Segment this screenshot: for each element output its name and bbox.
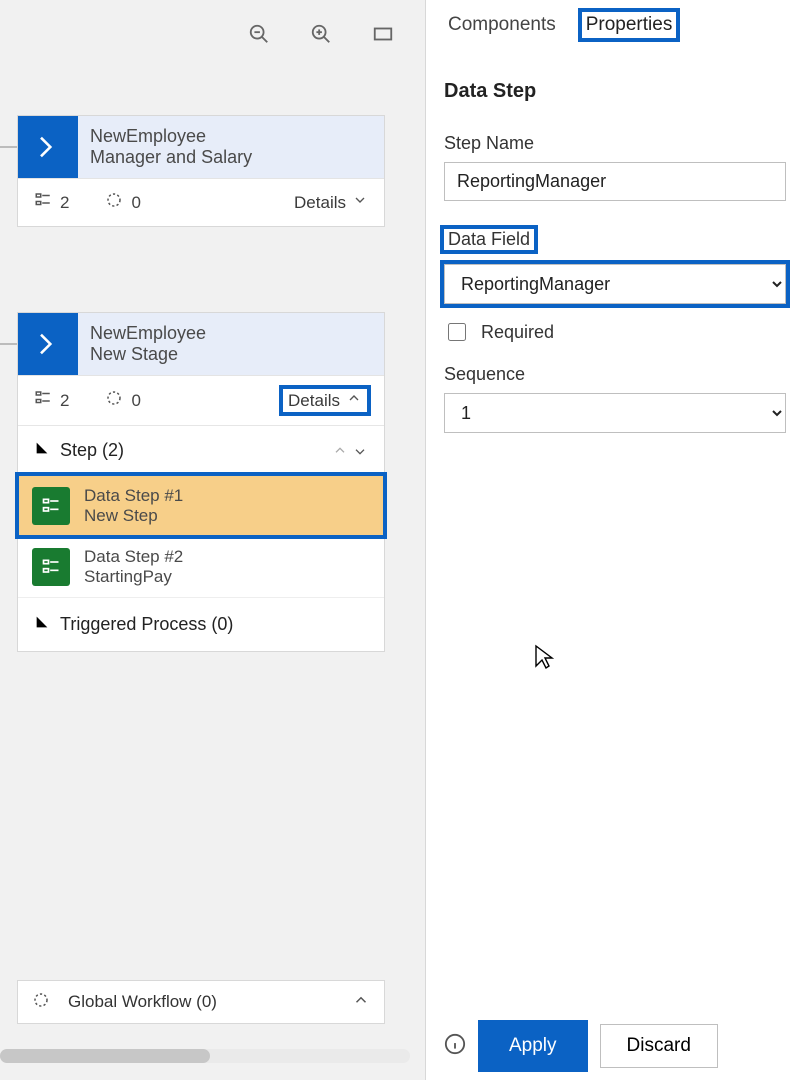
global-workflow-label: Global Workflow (0): [68, 992, 217, 1012]
stage-header: NewEmployee New Stage: [18, 313, 384, 375]
global-workflow-bar[interactable]: Global Workflow (0): [17, 980, 385, 1024]
chevron-down-icon: [352, 192, 368, 213]
step-subtitle: New Step: [84, 506, 183, 526]
triangle-collapse-icon: [34, 440, 50, 461]
data-step-icon: [32, 548, 70, 586]
step-subtitle: StartingPay: [84, 567, 183, 587]
properties-panel: Components Properties Data Step Step Nam…: [425, 0, 804, 1080]
data-field-select[interactable]: ReportingManager: [444, 264, 786, 304]
fit-screen-button[interactable]: [371, 22, 395, 46]
discard-button[interactable]: Discard: [600, 1024, 718, 1068]
zoom-in-button[interactable]: [309, 22, 333, 46]
stage-name: Manager and Salary: [90, 147, 252, 168]
connector-line: [0, 146, 17, 148]
stage-card[interactable]: NewEmployee New Stage 2 0 Details: [17, 312, 385, 652]
trigger-icon: [105, 389, 123, 412]
triggered-process-row[interactable]: Triggered Process (0): [18, 597, 384, 651]
zoom-toolbar: [247, 22, 395, 46]
trigger-icon: [105, 191, 123, 214]
tab-properties[interactable]: Properties: [582, 12, 677, 38]
panel-body: Data Step Step Name Data Field Reporting…: [426, 44, 804, 451]
trigger-count: 0: [131, 193, 140, 213]
stage-title: NewEmployee Manager and Salary: [78, 116, 264, 178]
stage-header: NewEmployee Manager and Salary: [18, 116, 384, 178]
chevron-up-icon: [352, 991, 370, 1014]
panel-footer: Apply Discard: [426, 1024, 804, 1068]
tab-components[interactable]: Components: [444, 12, 560, 38]
panel-title: Data Step: [444, 80, 786, 103]
step-labels: Data Step #1 New Step: [84, 486, 183, 526]
sequence-select[interactable]: 1: [444, 393, 786, 433]
details-label: Details: [288, 391, 340, 411]
steps-section: Step (2) Data Step #1 New Step: [18, 425, 384, 651]
step-title: Data Step #1: [84, 486, 183, 506]
steps-icon: [34, 389, 52, 412]
panel-tabs: Components Properties: [426, 0, 804, 44]
steps-icon: [34, 191, 52, 214]
trigger-count: 0: [131, 391, 140, 411]
triangle-collapse-icon: [34, 614, 50, 635]
connector-line: [0, 343, 17, 345]
step-title: Data Step #2: [84, 547, 183, 567]
stage-entity: NewEmployee: [90, 126, 252, 147]
scrollbar-thumb[interactable]: [0, 1049, 210, 1063]
chevron-up-icon: [346, 390, 362, 411]
spinner-icon: [32, 991, 50, 1014]
step-item[interactable]: Data Step #2 StartingPay: [18, 536, 384, 597]
step-item-selected[interactable]: Data Step #1 New Step: [18, 475, 384, 536]
process-canvas: NewEmployee Manager and Salary 2 0 Detai…: [0, 0, 425, 1080]
steps-header[interactable]: Step (2): [18, 426, 384, 475]
stage-title: NewEmployee New Stage: [78, 313, 218, 375]
stage-card[interactable]: NewEmployee Manager and Salary 2 0 Detai…: [17, 115, 385, 227]
details-label: Details: [294, 193, 346, 213]
sequence-label: Sequence: [444, 364, 525, 385]
details-toggle[interactable]: Details: [294, 192, 368, 213]
step-count: 2: [60, 391, 69, 411]
step-count: 2: [60, 193, 69, 213]
required-label: Required: [481, 322, 554, 343]
stage-chevron-icon: [18, 313, 78, 375]
triggered-label: Triggered Process (0): [60, 614, 233, 635]
stage-infobar: 2 0 Details: [18, 178, 384, 226]
stage-infobar: 2 0 Details: [18, 375, 384, 425]
required-checkbox[interactable]: [448, 323, 466, 341]
data-field-label: Data Field: [444, 229, 534, 250]
zoom-out-button[interactable]: [247, 22, 271, 46]
step-labels: Data Step #2 StartingPay: [84, 547, 183, 587]
required-row[interactable]: Required: [444, 320, 786, 344]
horizontal-scrollbar[interactable]: [0, 1049, 410, 1063]
step-name-input[interactable]: [444, 162, 786, 201]
step-name-label: Step Name: [444, 133, 534, 154]
stage-name: New Stage: [90, 344, 206, 365]
apply-button[interactable]: Apply: [482, 1024, 584, 1068]
reorder-arrows[interactable]: [332, 443, 368, 459]
stage-entity: NewEmployee: [90, 323, 206, 344]
steps-header-label: Step (2): [60, 440, 124, 461]
details-toggle[interactable]: Details: [282, 388, 368, 413]
data-step-icon: [32, 487, 70, 525]
info-icon[interactable]: [444, 1033, 466, 1060]
stage-chevron-icon: [18, 116, 78, 178]
